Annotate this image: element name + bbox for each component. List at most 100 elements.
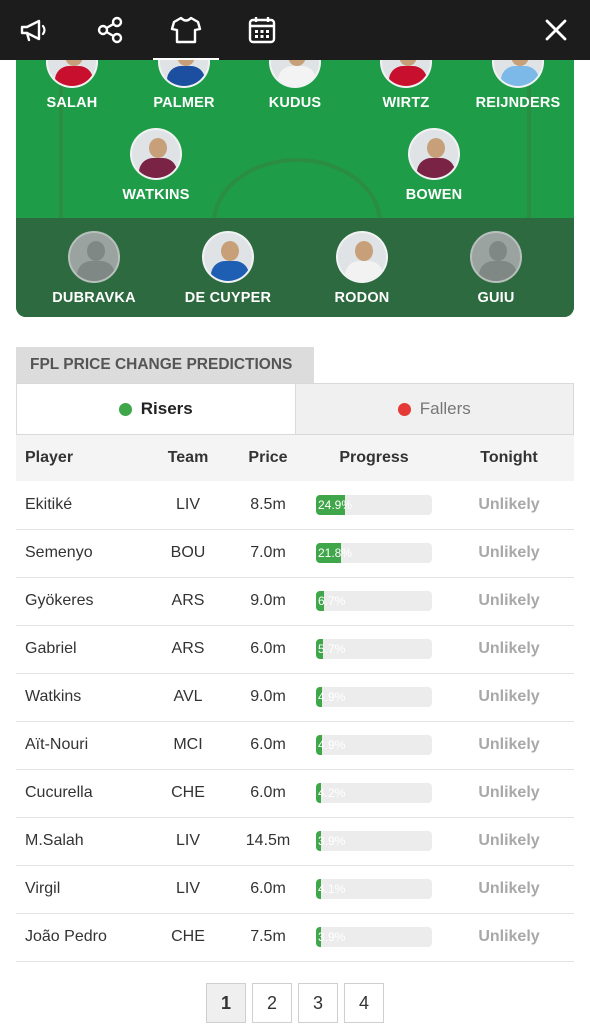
column-header-progress[interactable]: Progress [304,435,444,481]
player-card[interactable]: KUDUS [235,60,355,111]
player-card[interactable]: PALMER [124,60,244,111]
progress-label: 4.9% [318,690,346,704]
tab-risers[interactable]: Risers [17,384,295,434]
table-row[interactable]: Ekitiké LIV 8.5m 24.9% Unlikely [16,481,574,529]
progress-label: 5.7% [318,642,346,656]
page-button[interactable]: 1 [206,983,246,1023]
progress-bar: 3.9% [316,831,432,851]
player-cell: Watkins [25,688,82,705]
tab-fallers[interactable]: Fallers [294,384,573,434]
column-header-team[interactable]: Team [144,435,232,481]
team-cell: LIV [175,880,200,897]
player-name: WIRTZ [382,95,430,111]
shirt-icon[interactable] [153,0,219,60]
bench-player-card[interactable]: DE CUYPER [168,231,288,306]
tonight-cell: Unlikely [478,736,540,753]
player-cell: Cucurella [25,784,93,801]
team-cell: CHE [171,784,205,801]
tonight-cell: Unlikely [478,832,540,849]
player-placeholder-avatar [470,231,522,283]
risers-dot-icon [118,402,132,416]
progress-bar: 5.7% [316,639,432,659]
tonight-cell: Unlikely [478,784,540,801]
player-cell: Gyökeres [25,592,94,609]
player-avatar [408,128,460,180]
tonight-cell: Unlikely [478,640,540,657]
progress-cell: 5.7% [304,625,444,673]
tab-label: Risers [140,399,193,418]
share-icon[interactable] [88,0,132,60]
table-row[interactable]: Watkins AVL 9.0m 4.9% Unlikely [16,673,574,721]
player-name: RODON [334,290,390,306]
player-card[interactable]: REIJNDERS [458,60,574,111]
player-name: WATKINS [122,187,190,203]
player-cell: Semenyo [25,544,93,561]
progress-bar: 4.2% [316,783,432,803]
player-cell: João Pedro [25,928,107,945]
bench-player-card[interactable]: RODON [302,231,422,306]
bench-player-card[interactable]: DUBRAVKA [34,231,154,306]
price-cell: 7.0m [250,544,286,561]
bench-player-card[interactable]: GUIU [436,231,556,306]
player-avatar [46,60,98,88]
player-card[interactable]: SALAH [16,60,132,111]
price-cell: 8.5m [250,495,286,513]
page-button[interactable]: 4 [344,983,384,1023]
player-name: KUDUS [268,95,322,111]
player-card[interactable]: WIRTZ [346,60,466,111]
player-card[interactable]: WATKINS [96,128,216,203]
player-avatar [269,60,321,88]
price-cell: 14.5m [245,832,291,849]
megaphone-icon[interactable] [12,0,56,60]
progress-bar: 6.7% [316,591,432,611]
pagination: 1 2 3 4 [0,983,590,1023]
progress-label: 3.9% [318,834,346,848]
player-name: DUBRAVKA [52,290,136,306]
table-row[interactable]: M.Salah LIV 14.5m 3.9% Unlikely [16,817,574,865]
tab-label: Fallers [419,399,471,418]
player-avatar [158,60,210,88]
team-cell: BOU [170,544,206,561]
fallers-dot-icon [397,402,411,416]
progress-label: 4.9% [318,738,346,752]
tonight-cell: Unlikely [478,880,540,897]
table-row[interactable]: Gyökeres ARS 9.0m 6.7% Unlikely [16,577,574,625]
table-row[interactable]: Gabriel ARS 6.0m 5.7% Unlikely [16,625,574,673]
player-name: SALAH [46,95,98,111]
team-cell: LIV [175,832,200,849]
player-card[interactable]: BOWEN [374,128,494,203]
progress-label: 21.8% [318,546,353,560]
table-header-row: Player Team Price Progress Tonight [16,435,574,481]
column-header-price[interactable]: Price [232,435,304,481]
close-icon[interactable] [534,0,578,60]
player-avatar [130,128,182,180]
player-cell: Ekitiké [25,495,73,513]
team-cell: ARS [171,592,205,609]
player-name: BOWEN [405,187,463,203]
page-button[interactable]: 2 [252,983,292,1023]
table-row[interactable]: Aït-Nouri MCI 6.0m 4.9% Unlikely [16,721,574,769]
page-button[interactable]: 3 [298,983,338,1023]
table-row[interactable]: João Pedro CHE 7.5m 3.9% Unlikely [16,913,574,961]
progress-label: 3.9% [318,930,346,944]
player-name: PALMER [153,95,215,111]
progress-cell: 4.9% [304,673,444,721]
table-row[interactable]: Cucurella CHE 6.0m 4.2% Unlikely [16,769,574,817]
table-row[interactable]: Semenyo BOU 7.0m 21.8% Unlikely [16,529,574,577]
calendar-icon[interactable] [240,0,284,60]
price-cell: 6.0m [250,736,286,753]
progress-bar: 4.9% [316,735,432,755]
tonight-cell: Unlikely [478,688,540,705]
progress-bar: 4.1% [316,879,432,899]
column-header-player[interactable]: Player [16,435,144,481]
player-placeholder-avatar [68,231,120,283]
progress-label: 24.9% [318,497,353,512]
predictions-table: Player Team Price Progress Tonight Ekiti… [16,435,574,962]
table-row[interactable]: Virgil LIV 6.0m 4.1% Unlikely [16,865,574,913]
price-cell: 9.0m [250,592,286,609]
price-cell: 7.5m [250,928,286,945]
column-header-tonight[interactable]: Tonight [444,435,574,481]
player-cell: Aït-Nouri [25,736,89,753]
progress-cell: 6.7% [304,577,444,625]
progress-cell: 21.8% [304,529,444,577]
